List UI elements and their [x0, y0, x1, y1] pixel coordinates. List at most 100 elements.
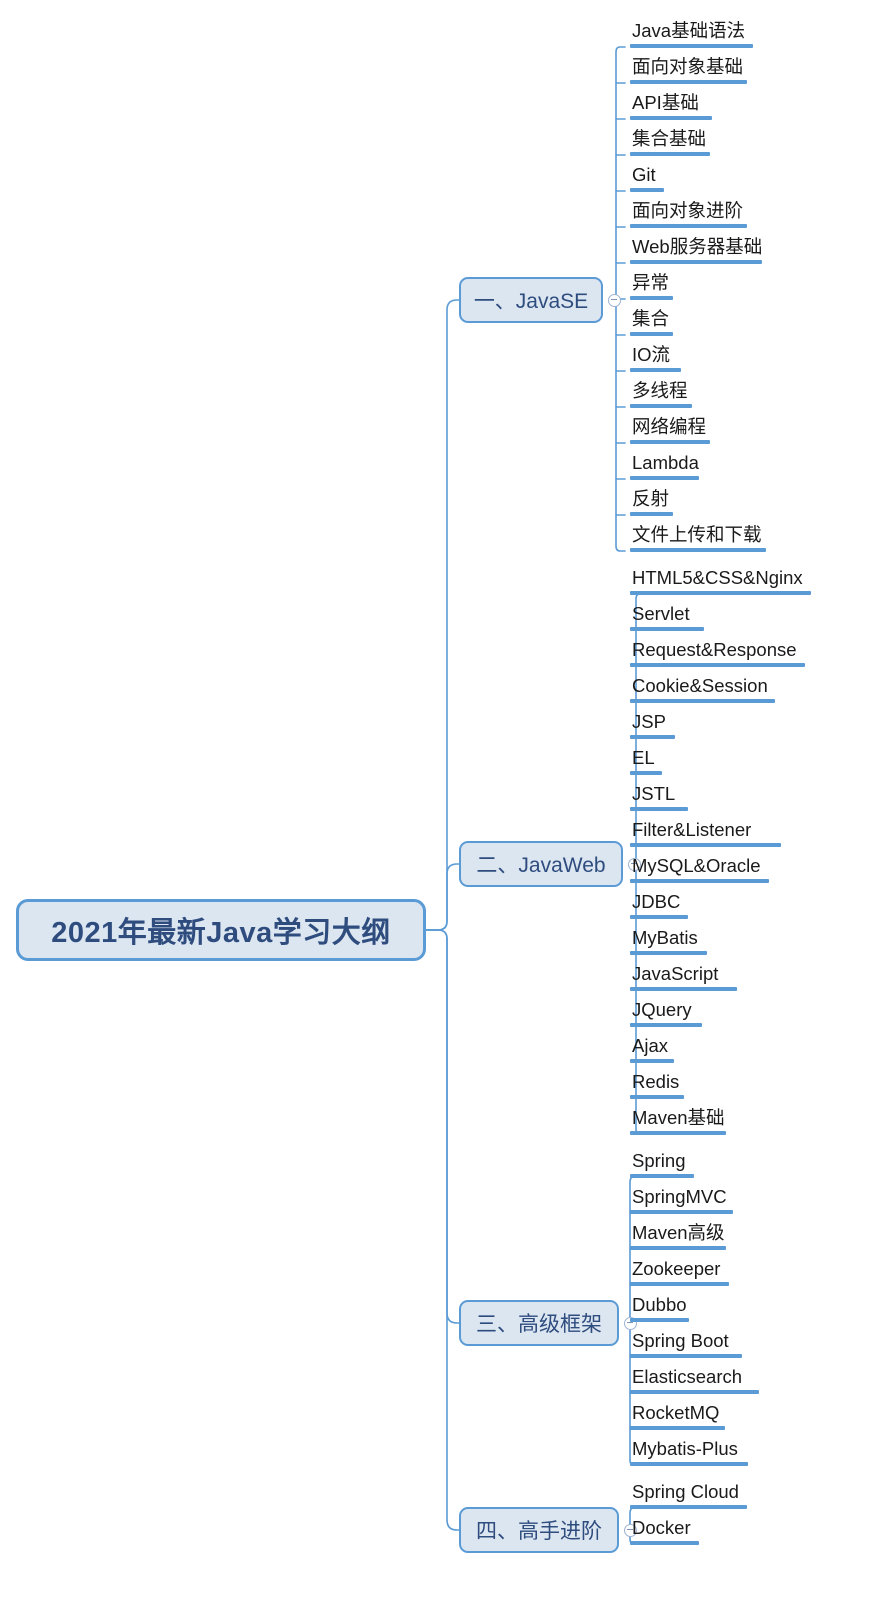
leaf-item[interactable]: Git [630, 164, 664, 192]
leaf-item-underline [630, 1504, 747, 1509]
branch-node-expert-advanced[interactable]: 四、高手进阶 [459, 1507, 619, 1553]
leaf-item[interactable]: MyBatis [630, 928, 707, 955]
leaf-item-label: EL [632, 747, 655, 768]
leaf-item-label: HTML5&CSS&Nginx [632, 567, 803, 588]
leaf-item-label: JQuery [632, 999, 692, 1020]
branch-node-javase[interactable]: 一、JavaSE [459, 277, 603, 323]
leaf-item[interactable]: Zookeeper [630, 1258, 729, 1286]
leaf-item-underline [630, 1317, 689, 1322]
leaf-item[interactable]: JavaScript [630, 964, 737, 991]
leaf-item-underline [630, 331, 673, 336]
leaf-item-underline [630, 1094, 684, 1099]
leaf-item-underline [630, 259, 762, 264]
leaf-item-label: 文件上传和下载 [632, 524, 762, 545]
leaf-item-underline [630, 878, 769, 883]
leaf-item-underline [630, 1281, 729, 1286]
leaf-item-label: 集合 [632, 308, 670, 329]
leaf-item-label: API基础 [632, 92, 699, 113]
leaf-item-underline [630, 367, 681, 372]
leaf-item-label: Spring Boot [632, 1330, 729, 1351]
leaf-item[interactable]: 异常 [630, 273, 673, 300]
leaf-item-label: Web服务器基础 [632, 236, 763, 257]
leaf-item[interactable]: Maven基础 [630, 1107, 727, 1135]
leaf-item-underline [630, 475, 699, 480]
leaf-item-underline [630, 187, 664, 192]
leaf-item[interactable]: JSP [630, 712, 675, 739]
leaf-item-label: Servlet [632, 603, 690, 624]
leaf-item-label: Lambda [632, 452, 699, 473]
leaf-item-label: Java基础语法 [632, 20, 746, 41]
leaf-item-label: 反射 [632, 488, 670, 509]
leaf-item-label: SpringMVC [632, 1186, 727, 1207]
leaf-item[interactable]: 面向对象进阶 [630, 200, 747, 228]
leaf-item-underline [630, 511, 673, 516]
leaf-item-label: Request&Response [632, 639, 797, 660]
leaf-item[interactable]: Web服务器基础 [630, 236, 764, 264]
leaf-item[interactable]: HTML5&CSS&Nginx [630, 567, 811, 595]
leaf-item[interactable]: Maven高级 [630, 1223, 727, 1250]
leaf-item[interactable]: Docker [630, 1517, 699, 1545]
leaf-item[interactable]: Request&Response [630, 639, 805, 667]
leaf-item-label: MySQL&Oracle [632, 855, 761, 876]
leaf-item-label: Zookeeper [632, 1258, 721, 1279]
leaf-item[interactable]: 多线程 [630, 380, 692, 408]
leaf-item-underline [630, 914, 688, 919]
leaf-item[interactable]: 面向对象基础 [630, 57, 747, 84]
branch-node-advanced-framework[interactable]: 三、高级框架 [459, 1300, 619, 1346]
leaf-item[interactable]: MySQL&Oracle [630, 855, 769, 883]
leaf-item-label: Git [632, 164, 656, 185]
leaf-item-label: JDBC [632, 891, 681, 912]
leaf-item[interactable]: Filter&Listener [630, 820, 781, 847]
leaf-item[interactable]: JQuery [630, 999, 702, 1027]
collapse-toggle-javase[interactable] [608, 293, 621, 307]
leaf-item[interactable]: IO流 [630, 344, 681, 372]
leaf-item[interactable]: Dubbo [630, 1295, 689, 1322]
leaf-item-underline [630, 1130, 726, 1135]
leaf-item-label: 多线程 [632, 380, 688, 401]
leaf-item-underline [630, 43, 753, 48]
leaf-item[interactable]: Spring Cloud [630, 1481, 747, 1509]
leaf-item[interactable]: 网络编程 [630, 417, 710, 444]
leaf-item-label: Ajax [632, 1035, 668, 1056]
leaf-item[interactable]: Cookie&Session [630, 675, 775, 703]
leaf-item[interactable]: 集合基础 [630, 128, 710, 156]
branch-node-javaweb[interactable]: 二、JavaWeb [459, 841, 623, 887]
leaf-item[interactable]: Elasticsearch [630, 1366, 759, 1394]
leaf-item[interactable]: JDBC [630, 891, 688, 919]
leaf-item-label: IO流 [632, 344, 671, 365]
leaf-item[interactable]: Mybatis-Plus [630, 1438, 748, 1466]
leaf-item-label: Elasticsearch [632, 1366, 743, 1387]
leaf-item-underline [630, 1173, 694, 1178]
leaf-item-label: Docker [632, 1517, 691, 1538]
root-node[interactable]: 2021年最新Java学习大纲 [16, 899, 426, 961]
leaf-item-underline [630, 734, 675, 739]
leaf-item[interactable]: EL [630, 747, 662, 775]
leaf-item[interactable]: Ajax [630, 1035, 674, 1063]
leaf-item-underline [630, 698, 775, 703]
leaf-item-label: 面向对象进阶 [632, 200, 744, 221]
leaf-item-underline [630, 79, 747, 84]
leaf-item-underline [630, 547, 766, 552]
branch-node-label: 四、高手进阶 [476, 1520, 602, 1543]
leaf-item[interactable]: Lambda [630, 452, 701, 480]
leaf-item[interactable]: Redis [630, 1072, 684, 1099]
leaf-item[interactable]: Servlet [630, 603, 704, 631]
leaf-item[interactable]: 集合 [630, 308, 673, 336]
leaf-item-underline [630, 1245, 726, 1250]
leaf-item[interactable]: RocketMQ [630, 1403, 725, 1430]
leaf-item-label: Spring Cloud [632, 1481, 739, 1502]
leaf-item[interactable]: SpringMVC [630, 1186, 733, 1214]
leaf-item-label: 集合基础 [632, 128, 707, 149]
leaf-item[interactable]: JSTL [630, 784, 688, 811]
leaf-item[interactable]: Spring [630, 1151, 694, 1178]
leaf-item[interactable]: API基础 [630, 92, 712, 120]
leaf-item[interactable]: Spring Boot [630, 1330, 742, 1358]
leaf-item-label: Mybatis-Plus [632, 1438, 738, 1459]
leaf-item[interactable]: 文件上传和下载 [630, 524, 766, 552]
leaf-item-underline [630, 806, 688, 811]
leaf-item[interactable]: 反射 [630, 488, 673, 516]
leaf-item[interactable]: Java基础语法 [630, 20, 753, 48]
leaf-item-label: Maven基础 [632, 1107, 725, 1128]
mindmap-canvas: 2021年最新Java学习大纲 一、JavaSE 二、JavaWeb 三、高级框架四… [0, 0, 874, 1615]
leaf-item-label: Cookie&Session [632, 675, 768, 696]
